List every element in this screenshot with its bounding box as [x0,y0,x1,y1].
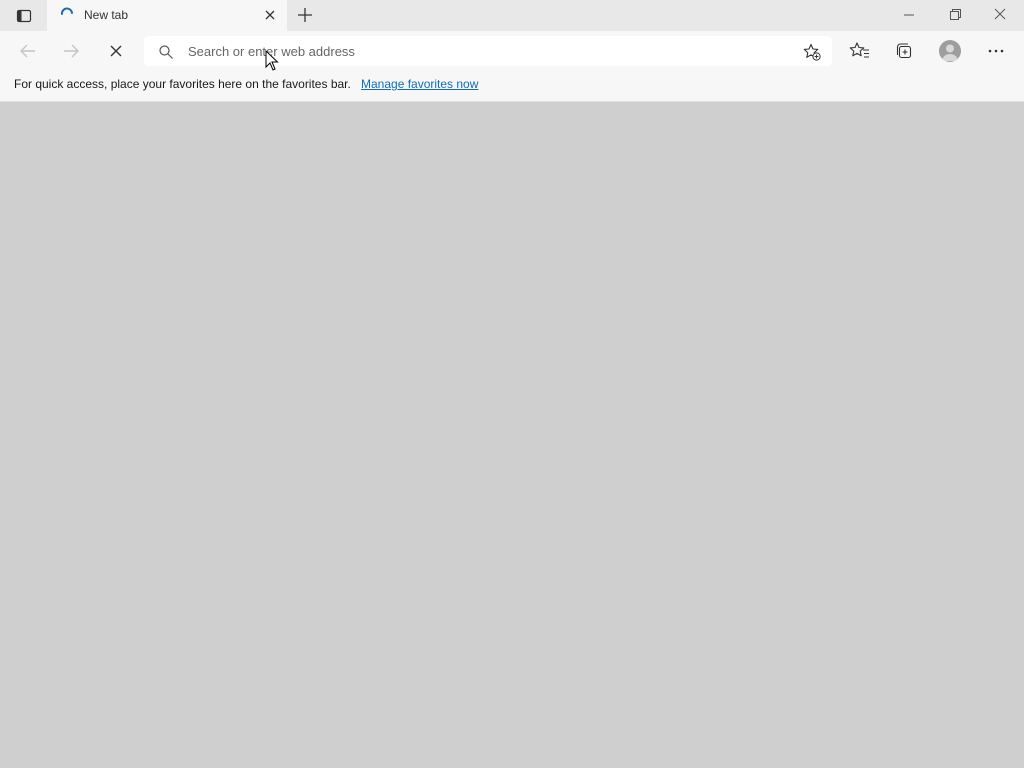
profile-icon [942,44,958,61]
favorites-bar-message: For quick access, place your favorites h… [14,77,351,91]
toolbar: Search or enter web address [0,31,1024,71]
tab-title: New tab [84,8,129,22]
new-tab-button[interactable] [296,6,314,24]
manage-favorites-link[interactable]: Manage favorites now [361,77,478,91]
forward-button[interactable] [60,40,82,62]
tab-new-tab[interactable]: New tab [47,0,287,31]
mouse-cursor-icon [265,50,279,72]
favorites-bar: For quick access, place your favorites h… [0,71,1024,102]
back-button[interactable] [17,40,39,62]
stop-button[interactable] [105,40,127,62]
profile-avatar[interactable] [939,40,961,62]
close-window-button[interactable] [990,6,1010,24]
tab-actions-icon[interactable] [8,5,40,27]
page-content [0,102,1024,768]
tab-strip: New tab [0,0,1024,31]
favorites-icon[interactable] [849,40,871,62]
close-tab-icon[interactable] [263,8,277,22]
restore-button[interactable] [945,6,965,24]
add-favorite-icon[interactable] [802,42,822,62]
more-icon[interactable] [985,40,1007,62]
collections-icon[interactable] [893,40,915,62]
minimize-button[interactable] [899,6,919,24]
loading-spinner-icon [59,7,75,23]
address-bar[interactable]: Search or enter web address [144,36,832,66]
search-icon [158,44,174,60]
